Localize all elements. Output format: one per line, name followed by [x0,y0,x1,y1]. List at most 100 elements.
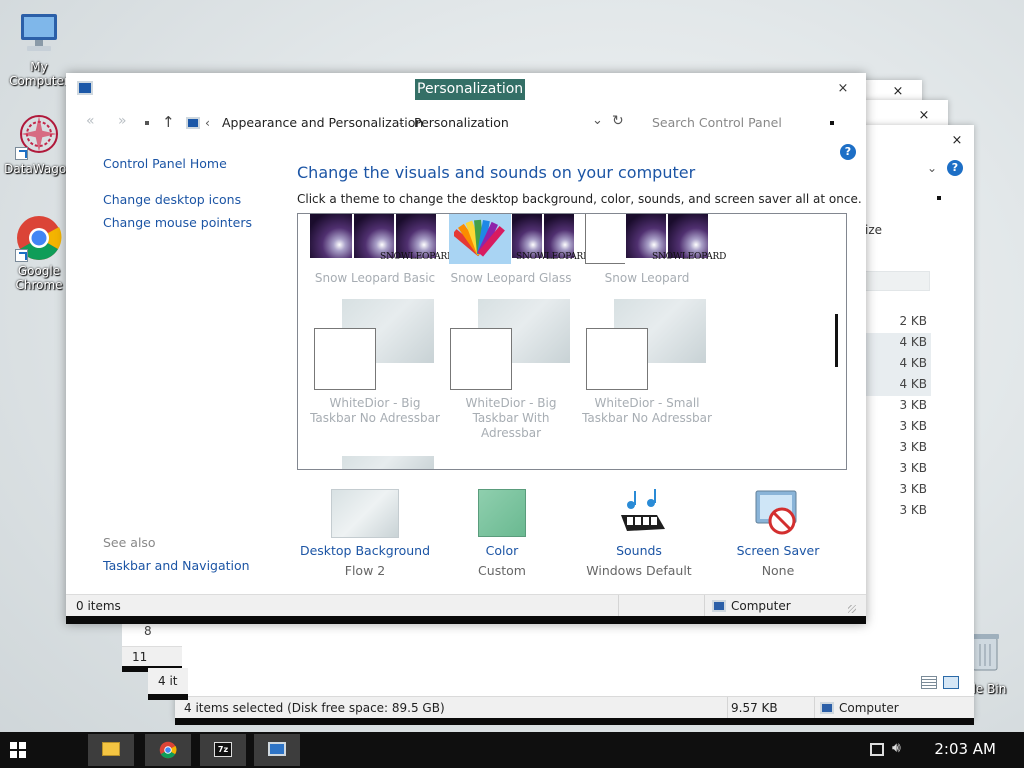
theme-whitedior-big-with-adressbar[interactable]: WhiteDior - Big Taskbar With Adressbar [446,299,576,449]
back-button[interactable]: « [86,113,95,129]
chevron-down-icon[interactable]: ⌄ [927,161,937,175]
title-bar[interactable]: Personalization × [66,73,866,105]
theme-whitedior-big-no-adressbar[interactable]: WhiteDior - Big Taskbar No Adressbar [310,299,440,439]
size-column-header[interactable]: ize [865,223,882,237]
breadcrumb-separator: - [399,115,404,130]
status-divider [814,697,815,719]
chevron-down-icon[interactable]: ⌄ [592,113,603,128]
status-bar: 4 items selected (Disk free space: 89.5 … [175,696,974,719]
location-label: Computer [839,701,899,715]
theme-label: WhiteDior - Big [465,396,557,410]
recent-locations-dot[interactable] [145,121,149,125]
search-icon[interactable] [830,121,834,125]
control-panel-home-link[interactable]: Control Panel Home [103,156,227,171]
control-panel-icon [186,117,200,129]
page-heading: Change the visuals and sounds on your co… [297,163,696,182]
theme-thumbnail [585,214,625,264]
color-value: Custom [478,563,526,578]
desktop-icon-recycle-bin[interactable]: cle Bin [966,630,1024,700]
help-icon[interactable]: ? [840,144,856,160]
taskbar-navigation-link[interactable]: Taskbar and Navigation [103,558,250,573]
clock[interactable]: 2:03 AM [934,740,996,758]
control-panel-icon [268,742,286,756]
theme-label: Snow Leopard [604,271,690,285]
size-cell: 4 KB [865,354,931,375]
desktop-background-setting[interactable]: Desktop Background Flow 2 [295,489,435,579]
sounds-value: Windows Default [586,563,692,578]
window-shadow-bar [66,616,866,624]
chrome-icon [15,214,63,262]
theme-snow-leopard[interactable]: SNOWLEOPARD Snow Leopard [582,214,726,289]
large-icons-view-icon[interactable] [943,676,959,689]
chrome-icon [159,741,177,759]
color-setting[interactable]: Color Custom [432,489,572,579]
network-icon[interactable] [870,743,884,756]
page-subheading: Click a theme to change the desktop back… [297,192,862,206]
theme-label: Taskbar With [472,411,550,425]
details-view-icon[interactable] [921,676,937,689]
resize-grip-icon[interactable] [848,605,856,613]
start-button[interactable] [10,742,26,758]
recycle-bin-icon [971,634,999,671]
close-button[interactable]: × [828,77,858,101]
close-button[interactable]: × [912,108,936,123]
change-desktop-icons-link[interactable]: Change desktop icons [103,192,241,207]
theme-list[interactable]: SNOWLEOPARD Snow Leopard Basic SNOWLEOPA… [297,213,847,470]
taskbar-7zip[interactable]: 7z [200,734,246,766]
theme-snow-leopard-basic[interactable]: SNOWLEOPARD Snow Leopard Basic [310,214,454,289]
change-mouse-pointers-link[interactable]: Change mouse pointers [103,215,252,230]
theme-label: Snow Leopard Glass [450,271,572,285]
personalization-window: Personalization × « » ↑ ‹ Appearance and… [66,73,866,624]
partial-text: 4 it [158,674,178,688]
computer-icon [15,10,63,58]
snowleopard-logo: SNOWLEOPARD [380,252,455,262]
status-divider [618,595,619,617]
computer-icon [712,600,726,612]
theme-label: Adressbar [480,426,542,440]
breadcrumb-personalization[interactable]: Personalization [414,115,509,130]
window-title: Personalization [415,79,526,100]
partial-window: 8 11 [122,620,182,672]
volume-icon[interactable]: 🔊︎ [892,740,901,756]
windows-logo-icon [10,742,26,758]
screen-saver-icon [755,490,797,535]
status-divider [727,697,728,719]
theme-list-scrollbar[interactable] [835,314,838,367]
help-icon[interactable]: ? [947,160,963,176]
status-bar: 0 items Computer [66,594,866,617]
sounds-label: Sounds [616,543,662,558]
up-arrow-icon[interactable]: ↑ [162,113,175,131]
partial-text: 8 [144,624,152,638]
refresh-icon[interactable]: ↻ [612,113,624,129]
color-swatch [478,489,526,537]
theme-snow-leopard-glass[interactable]: SNOWLEOPARD Snow Leopard Glass [446,214,590,289]
partial-text: 11 [132,650,148,664]
forward-button[interactable]: » [118,113,127,129]
7zip-icon: 7z [214,742,232,757]
theme-label: WhiteDior - Big [329,396,421,410]
shortcut-arrow-icon [15,147,28,160]
taskbar-chrome[interactable] [145,734,191,766]
control-panel-icon [77,81,93,95]
address-bar: « » ↑ ‹ Appearance and Personalization -… [66,107,866,137]
window-shadow-bar [148,694,188,700]
selection-size: 9.57 KB [731,701,778,715]
theme-label: Taskbar No Adressbar [310,411,440,425]
theme-thumbnail [314,328,376,390]
close-button[interactable]: × [945,133,969,148]
close-button[interactable]: × [886,84,910,99]
theme-whitedior-small-no-adressbar[interactable]: WhiteDior - Small Taskbar No Adressbar [582,299,712,439]
size-cell: 3 KB [899,419,927,433]
location-label: Computer [731,599,791,613]
taskbar-file-explorer[interactable] [88,734,134,766]
computer-icon [820,702,834,714]
color-label: Color [485,543,519,558]
sounds-setting[interactable]: Sounds Windows Default [569,489,709,579]
screen-saver-setting[interactable]: Screen Saver None [708,489,848,579]
partial-window: 4 it [148,668,188,700]
window-shadow-bar [175,718,974,725]
search-input[interactable]: Search Control Panel [652,115,782,130]
theme-thumbnail-partial[interactable] [342,456,434,469]
taskbar-control-panel[interactable] [254,734,300,766]
breadcrumb-appearance[interactable]: Appearance and Personalization [222,115,423,130]
